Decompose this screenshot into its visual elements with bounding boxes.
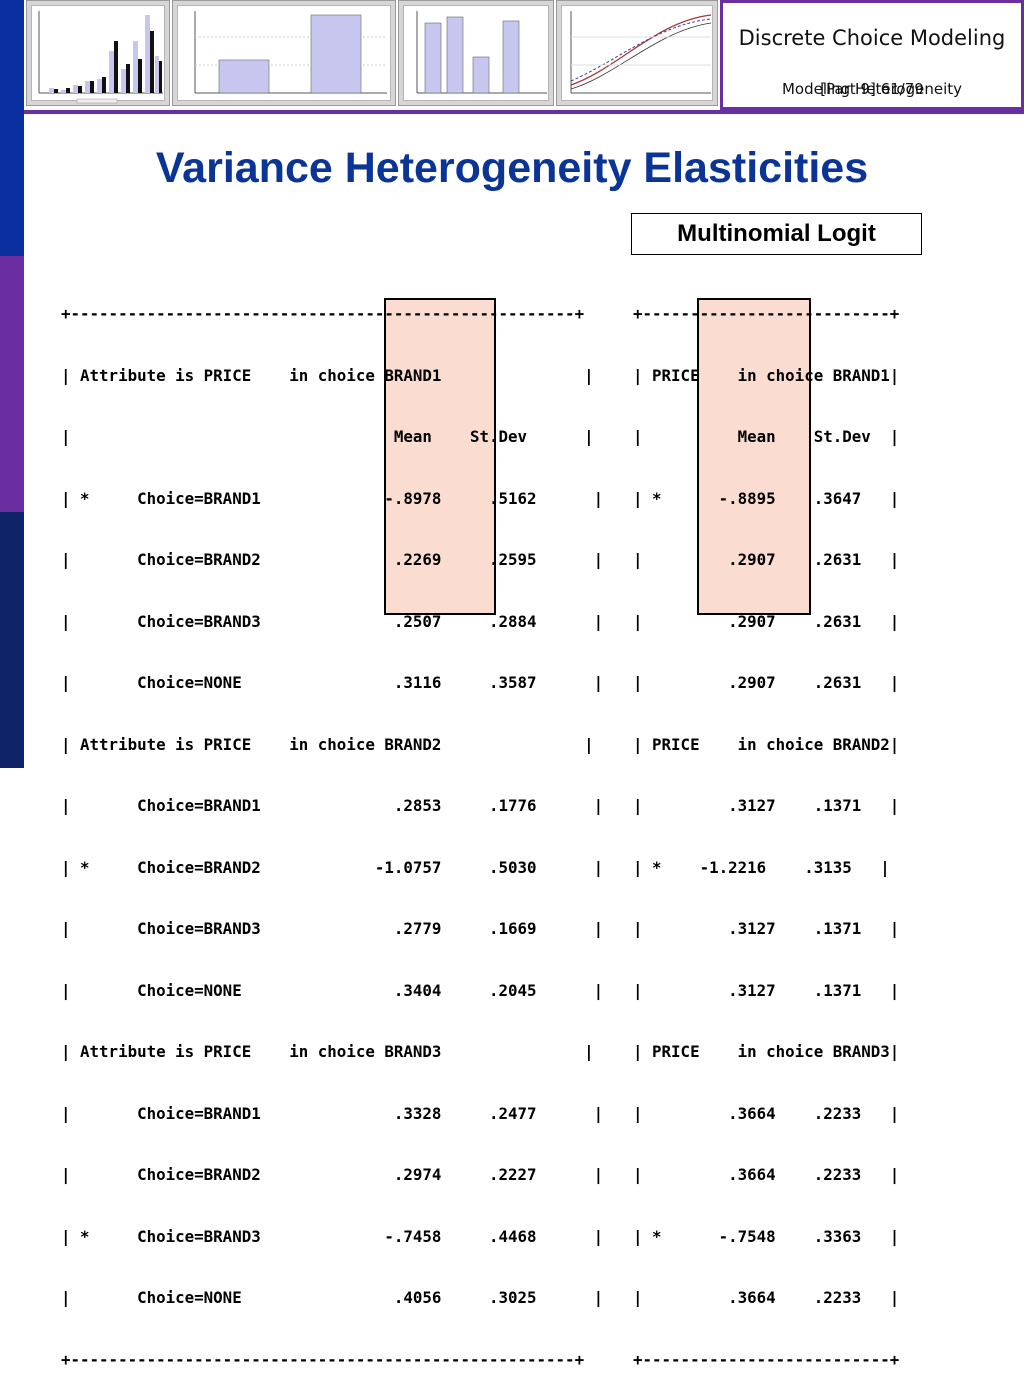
table-row: | * -.8895 .3647 | (633, 488, 900, 508)
table-row: | PRICE in choice BRAND3| (633, 1042, 900, 1061)
table-row: | * Choice=BRAND2 -1.0757 .5030 | (61, 857, 604, 877)
table-border-top: +---------------------------------------… (61, 304, 585, 323)
table-row: | .3664 .2233 | (633, 1288, 900, 1307)
histogram-thumbnail-graphic (38, 11, 163, 104)
course-title: Discrete Choice Modeling (738, 26, 1006, 50)
elasticity-table-mnl: +--------------------------+ | PRICE in … (633, 263, 899, 1391)
table-row: | Choice=BRAND3 .2779 .1669 | (61, 919, 604, 938)
course-title-box: Discrete Choice Modeling [Part 9] 61/79 … (720, 0, 1024, 110)
table-row: | Attribute is PRICE in choice BRAND1 | (61, 365, 594, 385)
partial-effects-thumbnail (556, 0, 718, 106)
table-row: | .2907 .2631 | (633, 550, 900, 569)
histogram-thumbnail (26, 0, 170, 106)
accent-segment-blue (0, 0, 24, 256)
table-row: | .3127 .1371 | (633, 980, 900, 1000)
partial-effects-thumbnail-graphic (570, 11, 712, 94)
table-row: | * Choice=BRAND3 -.7458 .4468 | (61, 1226, 604, 1246)
course-subtitle: Modeling Heterogeneity (781, 80, 963, 98)
table-row: | Mean St.Dev | (61, 427, 594, 446)
table-row: | * -.7548 .3363 | (633, 1226, 900, 1246)
left-accent-bar (0, 0, 24, 768)
bar-chart-thumbnail-graphic (194, 11, 387, 94)
table-row: | .3664 .2233 | (633, 1165, 900, 1184)
model-label: Multinomial Logit (677, 220, 876, 247)
table-row: | Attribute is PRICE in choice BRAND2 | (61, 734, 594, 754)
table-row: | Choice=NONE .3404 .2045 | (61, 980, 604, 1000)
table-row: | .2907 .2631 | (633, 673, 900, 692)
table-row: | Choice=NONE .4056 .3025 | (61, 1288, 604, 1307)
bar-chart-thumbnail (172, 0, 396, 106)
table-row: | * Choice=BRAND1 -.8978 .5162 | (61, 488, 604, 508)
table-row: | Choice=BRAND1 .2853 .1776 | (61, 796, 604, 815)
model-label-box: Multinomial Logit (631, 213, 922, 255)
table-border-bottom: +---------------------------------------… (61, 1349, 585, 1369)
accent-segment-purple (0, 256, 24, 512)
table-row: | Choice=BRAND1 .3328 .2477 | (61, 1103, 604, 1123)
elasticity-table-variance: +---------------------------------------… (61, 263, 603, 1391)
accent-segment-navy (0, 512, 24, 768)
table-border-top: +--------------------------+ (633, 304, 900, 323)
table-row: | Attribute is PRICE in choice BRAND3 | (61, 1042, 594, 1061)
table-border-bottom: +--------------------------+ (633, 1349, 900, 1369)
column-chart-thumbnail-graphic (416, 11, 547, 94)
table-row: | Mean St.Dev | (633, 427, 900, 446)
table-row: | Choice=BRAND2 .2974 .2227 | (61, 1165, 604, 1184)
column-chart-thumbnail (398, 0, 554, 106)
table-row: | * -1.2216 .3135 | (633, 857, 890, 877)
table-row: | .3664 .2233 | (633, 1103, 900, 1123)
table-row: | Choice=BRAND2 .2269 .2595 | (61, 550, 604, 569)
table-row: | .3127 .1371 | (633, 919, 900, 938)
table-row: | PRICE in choice BRAND1| (633, 365, 900, 385)
table-row: | .3127 .1371 | (633, 796, 900, 815)
slide-title: Variance Heterogeneity Elasticities (155, 144, 869, 192)
table-row: | PRICE in choice BRAND2| (633, 734, 900, 754)
table-row: | Choice=NONE .3116 .3587 | (61, 673, 604, 692)
table-row: | Choice=BRAND3 .2507 .2884 | (61, 611, 604, 631)
table-row: | .2907 .2631 | (633, 611, 900, 631)
header-divider (24, 110, 1024, 114)
